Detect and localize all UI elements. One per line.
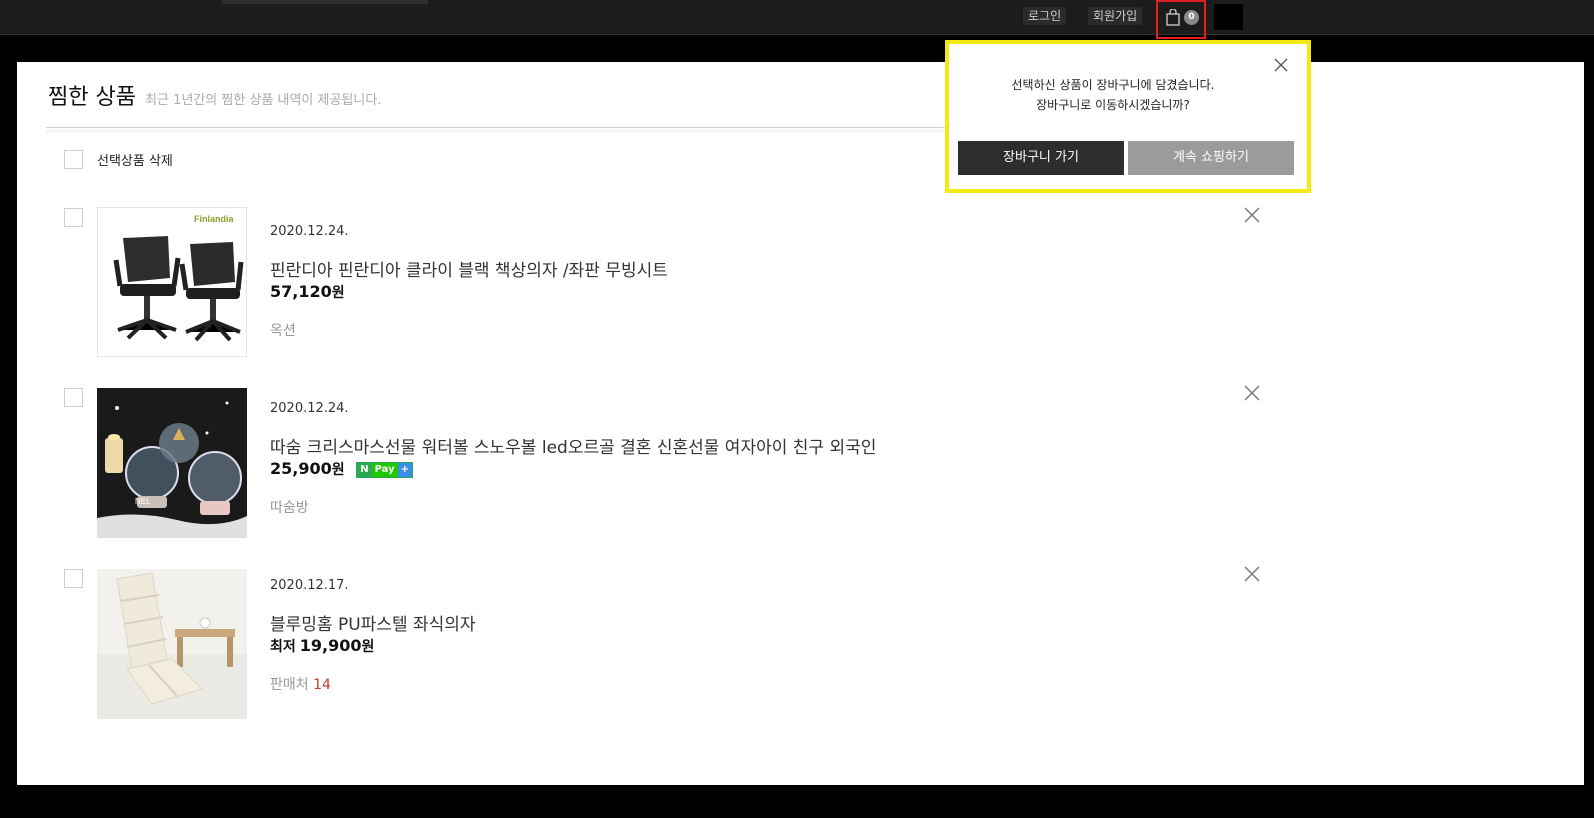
item-checkbox[interactable] <box>64 569 83 588</box>
item-seller[interactable]: 판매처 14 <box>270 674 331 694</box>
delete-selected-button[interactable]: 선택상품 삭제 <box>97 150 173 169</box>
item-title[interactable]: 따숨 크리스마스선물 워터볼 스노우볼 led오르골 결혼 신혼선물 여자아이 … <box>270 433 876 458</box>
price-value: 57,120 <box>270 282 332 301</box>
item-checkbox[interactable] <box>64 208 83 227</box>
signup-link[interactable]: 회원가입 <box>1088 7 1143 25</box>
remove-item-close-icon[interactable] <box>1243 565 1261 583</box>
seller-label: 판매처 <box>270 677 309 693</box>
item-price: 25,900원 N Pay + <box>270 459 414 479</box>
item-date: 2020.12.24. <box>270 224 349 239</box>
cart-count-badge: 0 <box>1184 10 1199 25</box>
item-price: 최저 19,900원 <box>270 636 374 656</box>
seller-count: 14 <box>313 677 331 693</box>
popup-message: 선택하신 상품이 장바구니에 담겼습니다. 장바구니로 이동하시겠습니까? <box>988 75 1238 115</box>
office-chair-image: Finlandia <box>98 208 246 356</box>
main-panel <box>17 62 1584 785</box>
item-seller[interactable]: 따숨방 <box>270 497 309 517</box>
price-currency: 원 <box>331 285 345 301</box>
top-bar <box>0 0 1594 35</box>
top-bar-stub <box>222 0 428 4</box>
item-price: 57,120원 <box>270 282 345 302</box>
product-image-floor-chair[interactable] <box>97 569 247 719</box>
header-block <box>1214 4 1243 30</box>
item-title[interactable]: 블루밍홈 PU파스텔 좌식의자 <box>270 610 476 635</box>
login-link[interactable]: 로그인 <box>1023 7 1067 25</box>
page-heading: 찜한 상품 최근 1년간의 찜한 상품 내역이 제공됩니다. <box>48 79 381 111</box>
price-currency: 원 <box>331 462 345 478</box>
popup-close-icon[interactable] <box>1274 58 1288 72</box>
price-currency: 원 <box>361 639 375 655</box>
continue-shopping-button[interactable]: 계속 쇼핑하기 <box>1128 141 1294 175</box>
page-title: 찜한 상품 <box>48 85 136 110</box>
product-image-snowball[interactable]: NEL <box>97 388 247 538</box>
snowball-image: NEL <box>97 388 247 538</box>
price-prefix: 최저 <box>270 639 296 655</box>
item-date: 2020.12.17. <box>270 578 349 593</box>
naver-pay-badge: N Pay + <box>356 461 414 478</box>
thumb-brand: Finlandia <box>194 214 234 224</box>
select-all-checkbox[interactable] <box>64 150 83 169</box>
popup-message-line2: 장바구니로 이동하시겠습니까? <box>1036 98 1190 112</box>
item-seller[interactable]: 옥션 <box>270 320 296 340</box>
shopping-bag-icon[interactable] <box>1166 9 1180 26</box>
floor-chair-image <box>97 569 247 719</box>
popup-message-line1: 선택하신 상품이 장바구니에 담겼습니다. <box>1011 78 1215 92</box>
item-title[interactable]: 핀란디아 핀란디아 클라이 블랙 책상의자 /좌판 무빙시트 <box>270 256 668 281</box>
go-to-cart-button[interactable]: 장바구니 가기 <box>958 141 1124 175</box>
remove-item-close-icon[interactable] <box>1243 206 1261 224</box>
item-checkbox[interactable] <box>64 388 83 407</box>
price-value: 19,900 <box>299 636 362 655</box>
remove-item-close-icon[interactable] <box>1243 384 1261 402</box>
product-image-chair[interactable]: Finlandia <box>97 207 247 357</box>
svg-text:NEL: NEL <box>135 497 151 506</box>
page-subtitle: 최근 1년간의 찜한 상품 내역이 제공됩니다. <box>145 93 382 108</box>
item-date: 2020.12.24. <box>270 401 349 416</box>
price-value: 25,900 <box>270 459 332 478</box>
